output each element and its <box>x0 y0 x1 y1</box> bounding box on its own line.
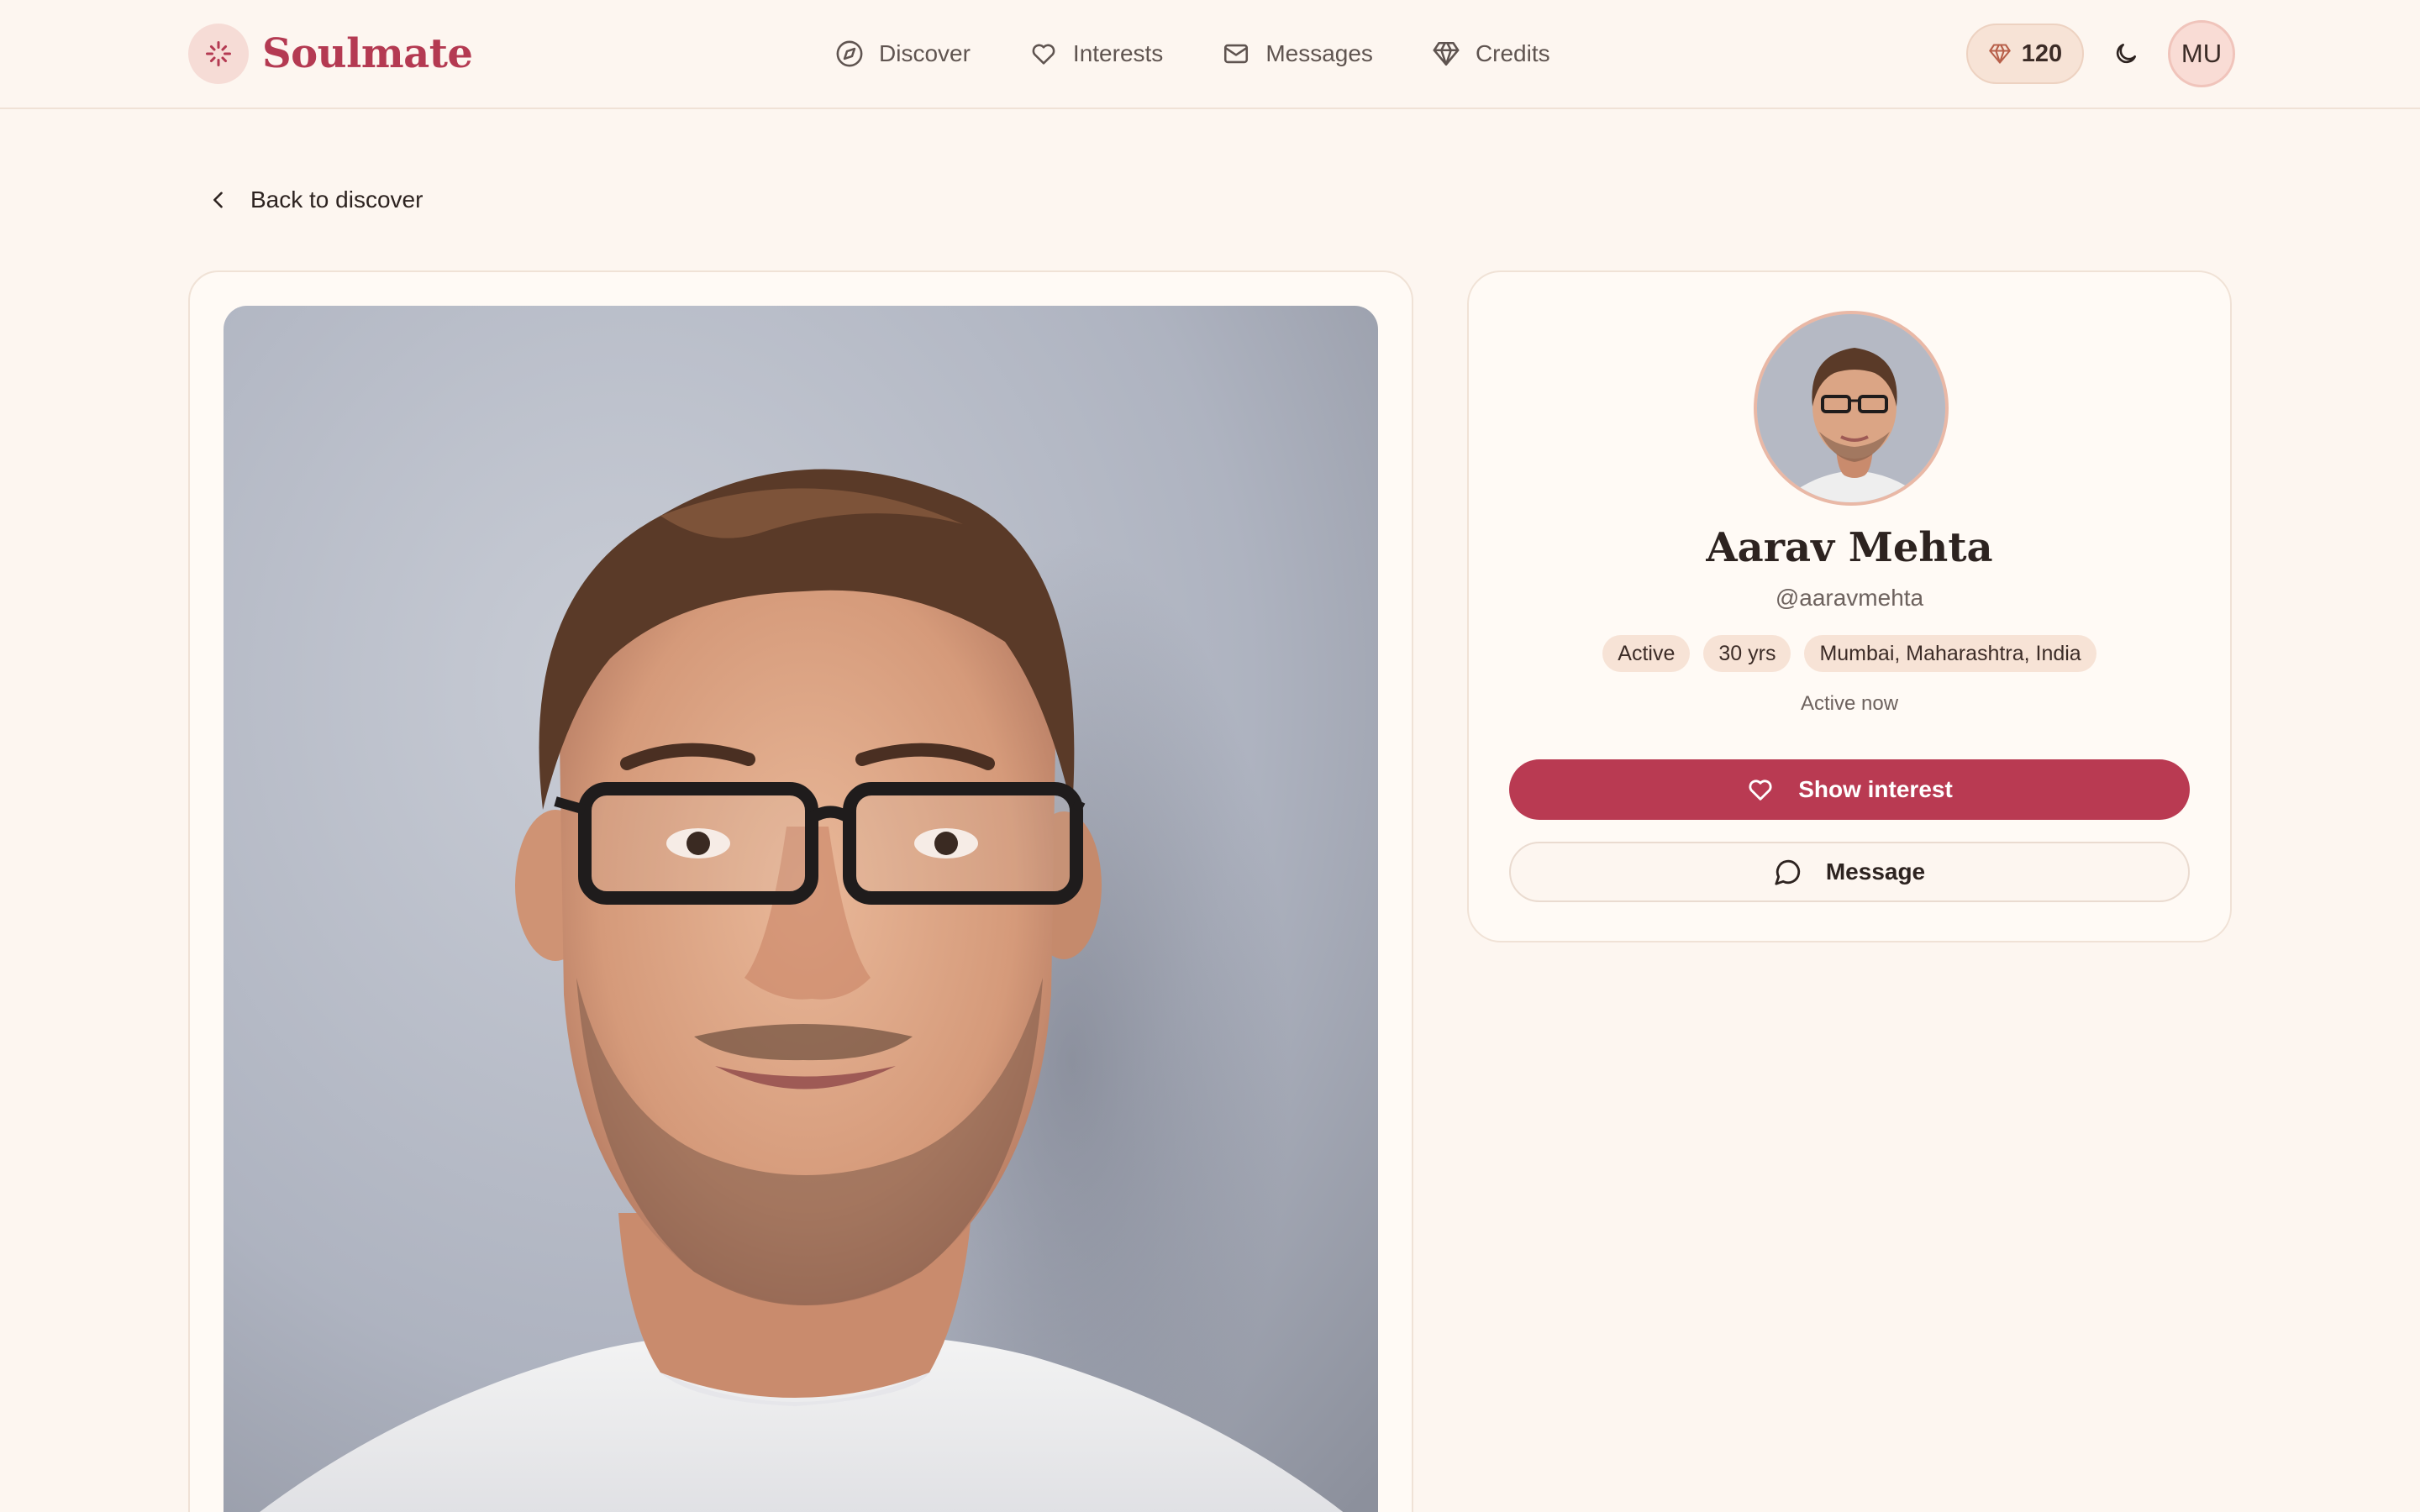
chevron-left-icon <box>213 192 223 208</box>
nav-label: Discover <box>879 40 971 66</box>
activity-status: Active now <box>1800 692 1899 715</box>
sparkle-icon <box>188 24 249 84</box>
credits-balance-button[interactable]: 120 <box>1966 24 2084 84</box>
status-tag: Active <box>1602 635 1691 672</box>
brand-logo[interactable]: Soulmate <box>188 24 473 84</box>
nav-item-discover[interactable]: Discover <box>835 30 971 77</box>
credits-count: 120 <box>2021 39 2063 67</box>
back-to-discover-link[interactable]: Back to discover <box>207 186 423 213</box>
main-nav: Discover Interests Messages Credits <box>835 30 1550 77</box>
nav-label: Interests <box>1072 40 1164 66</box>
gem-icon <box>1989 44 2011 64</box>
profile-summary-card: Aarav Mehta @aaravmehta Active 30 yrs Mu… <box>1467 270 2232 942</box>
profile-name: Aarav Mehta <box>1706 524 1993 571</box>
user-avatar-button[interactable]: MU <box>2168 20 2235 87</box>
profile-photo[interactable] <box>224 306 1378 1512</box>
message-label: Message <box>1825 858 1926 885</box>
compass-icon <box>836 40 863 67</box>
nav-label: Credits <box>1475 40 1550 66</box>
back-link-label: Back to discover <box>250 186 424 213</box>
age-tag: 30 yrs <box>1703 635 1791 672</box>
heart-icon <box>1749 780 1772 801</box>
chat-bubble-icon <box>1775 859 1801 885</box>
location-tag: Mumbai, Maharashtra, India <box>1804 635 2096 672</box>
nav-label: Messages <box>1265 40 1373 66</box>
moon-icon <box>2116 44 2136 64</box>
message-button[interactable]: Message <box>1509 842 2190 902</box>
nav-item-credits[interactable]: Credits <box>1432 30 1550 77</box>
nav-item-interests[interactable]: Interests <box>1029 30 1163 77</box>
nav-item-messages[interactable]: Messages <box>1222 30 1373 77</box>
profile-avatar <box>1754 311 1949 506</box>
theme-toggle-button[interactable] <box>2109 37 2143 71</box>
heart-icon <box>1032 44 1055 65</box>
gem-icon <box>1433 41 1460 66</box>
top-navbar: Soulmate Discover Interests Messages Cre… <box>0 0 2420 109</box>
brand-name: Soulmate <box>262 30 473 77</box>
show-interest-button[interactable]: Show interest <box>1509 759 2190 820</box>
user-initials: MU <box>2181 39 2223 68</box>
profile-handle: @aaravmehta <box>1775 585 1924 611</box>
mail-icon <box>1224 44 1249 64</box>
profile-tags: Active 30 yrs Mumbai, Maharashtra, India <box>1469 635 2230 672</box>
show-interest-label: Show interest <box>1798 776 1953 802</box>
profile-photo-card <box>188 270 1413 1512</box>
